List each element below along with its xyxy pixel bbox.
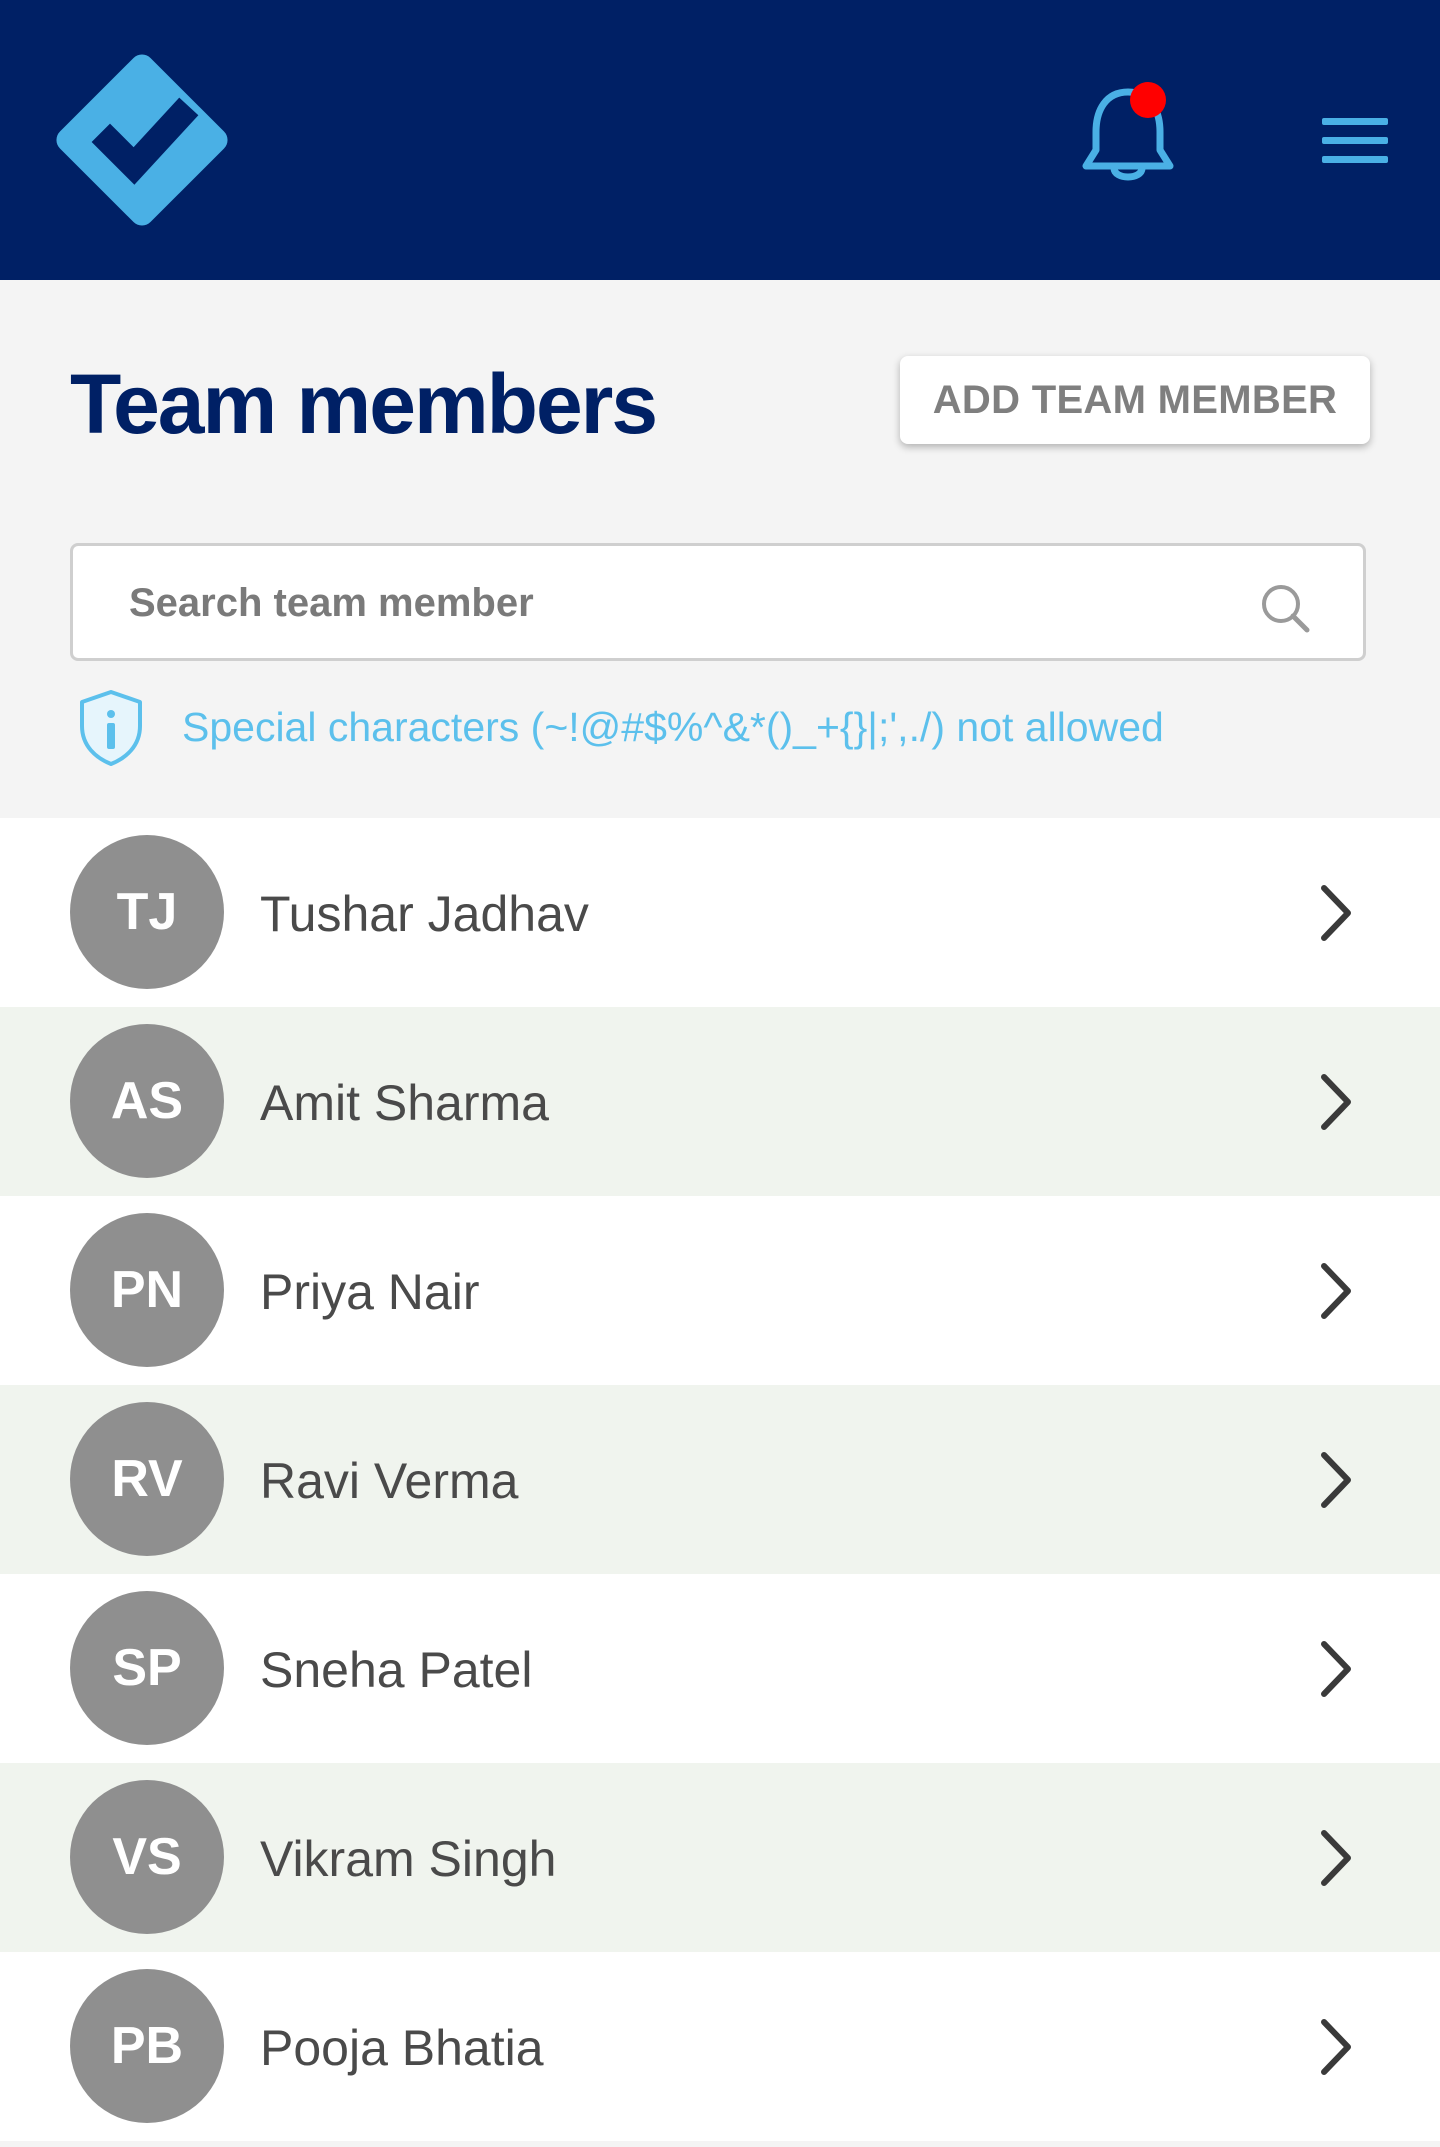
search-input[interactable] [127,546,1231,660]
search-icon[interactable] [1259,582,1313,636]
avatar: AS [70,1024,224,1178]
chevron-right-icon [1321,885,1351,941]
member-name: Amit Sharma [260,1075,549,1131]
list-item[interactable]: PB Pooja Bhatia [0,1952,1440,2141]
chevron-right-icon [1321,1641,1351,1697]
avatar: PN [70,1213,224,1367]
avatar: SP [70,1591,224,1745]
top-app-bar [0,0,1440,280]
checkmark-diamond-logo[interactable] [52,50,234,230]
member-name: Pooja Bhatia [260,2020,544,2076]
add-team-member-button[interactable]: ADD TEAM MEMBER [900,356,1370,444]
team-member-list: TJ Tushar Jadhav AS Amit Sharma PN Priya… [0,818,1440,2141]
list-item[interactable]: PN Priya Nair [0,1196,1440,1385]
list-item[interactable]: AS Amit Sharma [0,1007,1440,1196]
avatar: RV [70,1402,224,1556]
member-name: Tushar Jadhav [260,886,589,942]
chevron-right-icon [1321,1263,1351,1319]
shield-info-icon [80,690,142,766]
chevron-right-icon [1321,2019,1351,2075]
avatar: PB [70,1969,224,2123]
list-item[interactable]: RV Ravi Verma [0,1385,1440,1574]
list-item[interactable]: VS Vikram Singh [0,1763,1440,1952]
member-name: Sneha Patel [260,1642,533,1698]
member-name: Vikram Singh [260,1831,557,1887]
notification-dot [1130,82,1166,118]
avatar: VS [70,1780,224,1934]
search-box [70,543,1366,661]
list-item[interactable]: TJ Tushar Jadhav [0,818,1440,1007]
chevron-right-icon [1321,1452,1351,1508]
member-name: Priya Nair [260,1264,480,1320]
avatar: TJ [70,835,224,989]
page-title: Team members [70,357,658,451]
chevron-right-icon [1321,1074,1351,1130]
chevron-right-icon [1321,1830,1351,1886]
member-name: Ravi Verma [260,1453,519,1509]
list-item[interactable]: SP Sneha Patel [0,1574,1440,1763]
hamburger-menu-icon[interactable] [1322,118,1388,164]
special-characters-hint: Special characters (~!@#$%^&*()_+{}|;',.… [182,704,1164,750]
